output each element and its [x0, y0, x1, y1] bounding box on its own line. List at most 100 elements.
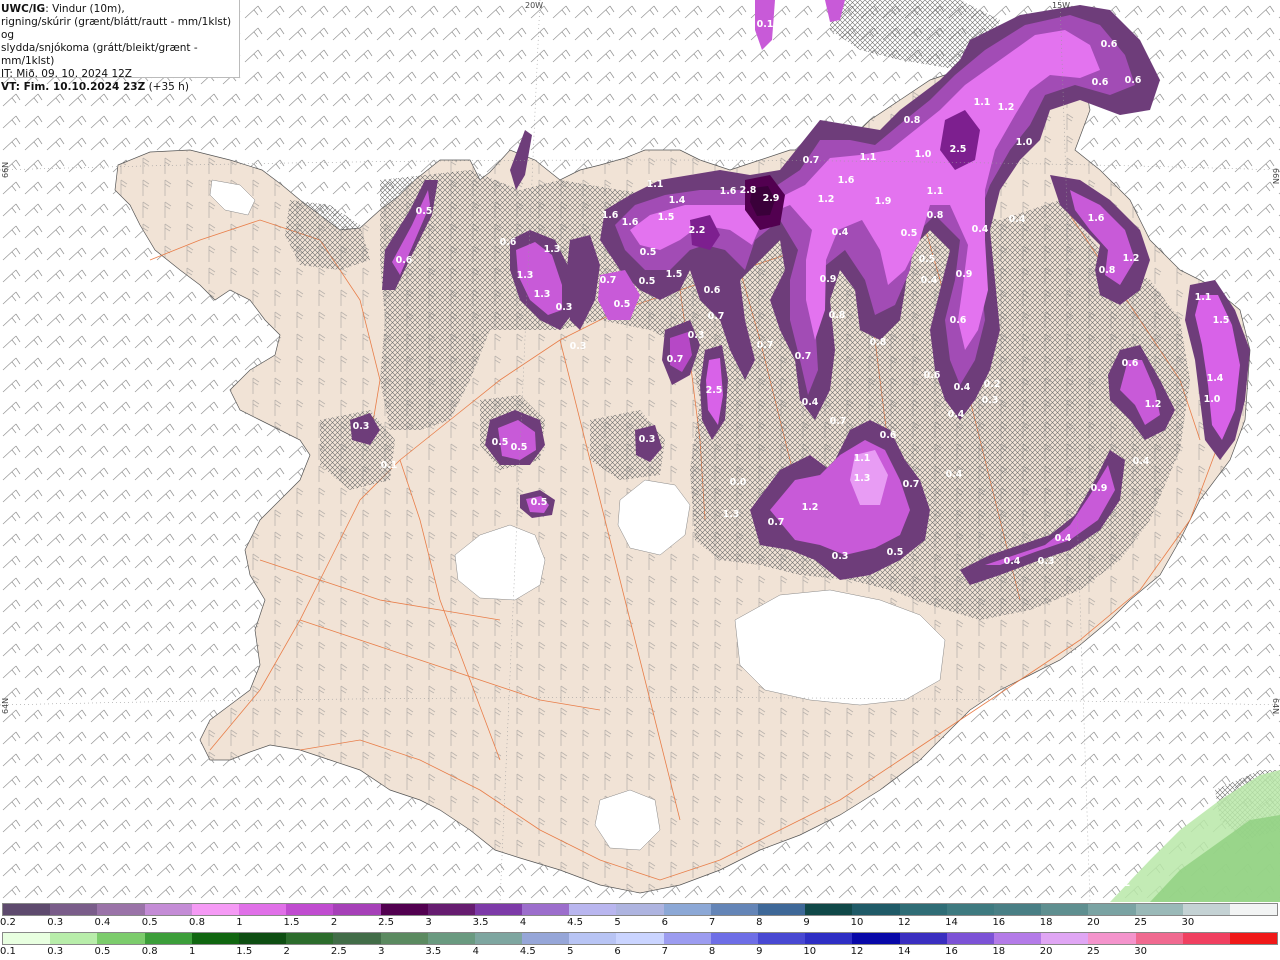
scale-swatch	[993, 933, 1042, 944]
scale-swatch	[616, 933, 664, 944]
valid-time-line: VT: Fim. 10.10.2024 23Z (+35 h)	[1, 81, 239, 94]
precip-value-label: 0.4	[954, 382, 971, 393]
scale-swatch	[380, 933, 428, 944]
lat-label-64n-right: 64N	[1271, 698, 1280, 714]
precip-value-label: 0.9	[820, 274, 837, 285]
scale-tick-label: 20	[1086, 917, 1100, 928]
precip-value-label: 1.1	[854, 453, 871, 464]
scale-swatch	[3, 904, 51, 915]
precip-value-label: 0.0	[730, 477, 747, 488]
precip-value-label: 0.6	[704, 285, 721, 296]
precip-value-label: 0.8	[870, 337, 887, 348]
scale-tick-label: 12	[897, 917, 911, 928]
scale-tick-label: 25	[1086, 946, 1100, 957]
scale-tick-label: 7	[661, 946, 668, 957]
precip-value-label: 0.3	[639, 434, 656, 445]
precip-value-label: 0.3	[688, 330, 705, 341]
init-time: IT: Mið. 09. 10. 2024 12Z	[1, 68, 132, 80]
scale-swatch	[1041, 904, 1089, 915]
precip-value-label: 1.3	[854, 473, 871, 484]
title-line-3: slydda/snjókoma (grátt/bleikt/grænt - mm…	[1, 42, 198, 67]
scale-tick-label: 3	[425, 917, 432, 928]
scale-swatch	[710, 933, 758, 944]
precip-value-label: 1.3	[544, 244, 561, 255]
precip-value-label: 1.4	[1207, 373, 1224, 384]
lead-time: (+35 h)	[145, 81, 189, 93]
scale-tick-label: 1.5	[236, 946, 253, 957]
precip-value-label: 0.6	[1092, 77, 1109, 88]
precip-value-label: 0.9	[956, 269, 973, 280]
scale-swatch	[50, 904, 98, 915]
precip-value-label: 2.8	[740, 185, 757, 196]
scale-tick-label: 2.5	[330, 946, 347, 957]
scale-swatch	[993, 904, 1042, 915]
title-line-1: UWC/IG: Vindur (10m),	[1, 3, 239, 16]
precip-value-label: 0.1	[757, 19, 774, 30]
scale-tick-label: 6	[614, 946, 621, 957]
scale-tick-label: 18	[1039, 917, 1053, 928]
precip-value-label: 0.5	[901, 228, 918, 239]
precip-value-label: 0.5	[511, 442, 528, 453]
scale-swatch	[97, 904, 145, 915]
scale-tick-label: 14	[897, 946, 911, 957]
precip-value-label: 0.2	[984, 379, 1001, 390]
precip-value-label: 1.5	[658, 212, 675, 223]
precip-value-label: 1.4	[669, 195, 686, 206]
precip-value-label: 0.1	[381, 460, 398, 471]
precip-value-label: 1.2	[818, 194, 835, 205]
scale-swatch	[286, 904, 334, 915]
scale-swatch	[427, 933, 475, 944]
scale-swatch	[97, 933, 145, 944]
scale-swatch	[50, 933, 98, 944]
scale-tick-label: 4	[519, 917, 527, 928]
rain-scale-labels: 0.1 0.3 0.5 0.8 1 1.5 2 2.5 3 3.5 4 4.5 5 6 7 8 9 10 12 14 1…	[0, 946, 1280, 960]
precip-value-label: 0.7	[757, 340, 774, 351]
scale-swatch	[144, 904, 192, 915]
precip-value-label: 0.4	[1004, 556, 1021, 567]
precip-value-label: 1.1	[927, 186, 944, 197]
precip-value-label: 0.5	[416, 206, 433, 217]
precip-value-label: 0.3	[556, 302, 573, 313]
scale-swatch	[805, 904, 853, 915]
precip-value-label: 1.6	[720, 186, 737, 197]
scale-tick-label: 12	[850, 946, 864, 957]
scale-tick-label: 0.2	[0, 917, 16, 928]
scale-tick-label: 3	[378, 946, 385, 957]
precip-value-label: 0.4	[802, 397, 819, 408]
scale-tick-label: 0.8	[141, 946, 158, 957]
precip-value-label: 1.0	[1204, 394, 1221, 405]
precip-value-label: 1.1	[1195, 292, 1212, 303]
scale-tick-label: 8	[756, 917, 763, 928]
scale-tick-label: 0.8	[189, 917, 205, 928]
scale-swatch	[191, 933, 239, 944]
scale-swatch	[1088, 904, 1136, 915]
scale-tick-label: 30	[1134, 946, 1147, 957]
precip-value-label: 0.7	[667, 354, 684, 365]
scale-tick-label: 4.5	[567, 917, 584, 928]
scale-swatch	[1182, 904, 1230, 915]
rain-color-scale	[2, 932, 1278, 945]
precip-value-label: 0.6	[1125, 75, 1142, 86]
precip-value-label: 0.8	[829, 310, 846, 321]
precip-value-label: 0.5	[531, 497, 548, 508]
precip-value-label: 0.7	[830, 416, 847, 427]
scale-swatch	[238, 933, 287, 944]
precip-value-label: 1.0	[915, 149, 932, 160]
scale-tick-label: 0.3	[47, 946, 64, 957]
scale-swatch	[899, 904, 947, 915]
precip-value-label: 0.3	[982, 395, 999, 406]
scale-swatch	[191, 904, 239, 915]
scale-tick-label: 9	[756, 946, 763, 957]
precip-value-label: 0.6	[1101, 39, 1118, 50]
precip-value-label: 0.5	[639, 276, 656, 287]
scale-tick-label: 14	[945, 917, 958, 928]
precip-value-label: 0.4	[921, 275, 938, 286]
scale-tick-label: 18	[992, 946, 1006, 957]
scale-tick-label: 16	[992, 917, 1006, 928]
precip-value-label: 0.3	[353, 421, 370, 432]
scale-swatch	[1135, 933, 1183, 944]
precip-value-label: 1.5	[666, 269, 683, 280]
scale-swatch	[380, 904, 428, 915]
scale-tick-label: 1.5	[283, 917, 300, 928]
precip-value-label: 1.2	[802, 502, 819, 513]
